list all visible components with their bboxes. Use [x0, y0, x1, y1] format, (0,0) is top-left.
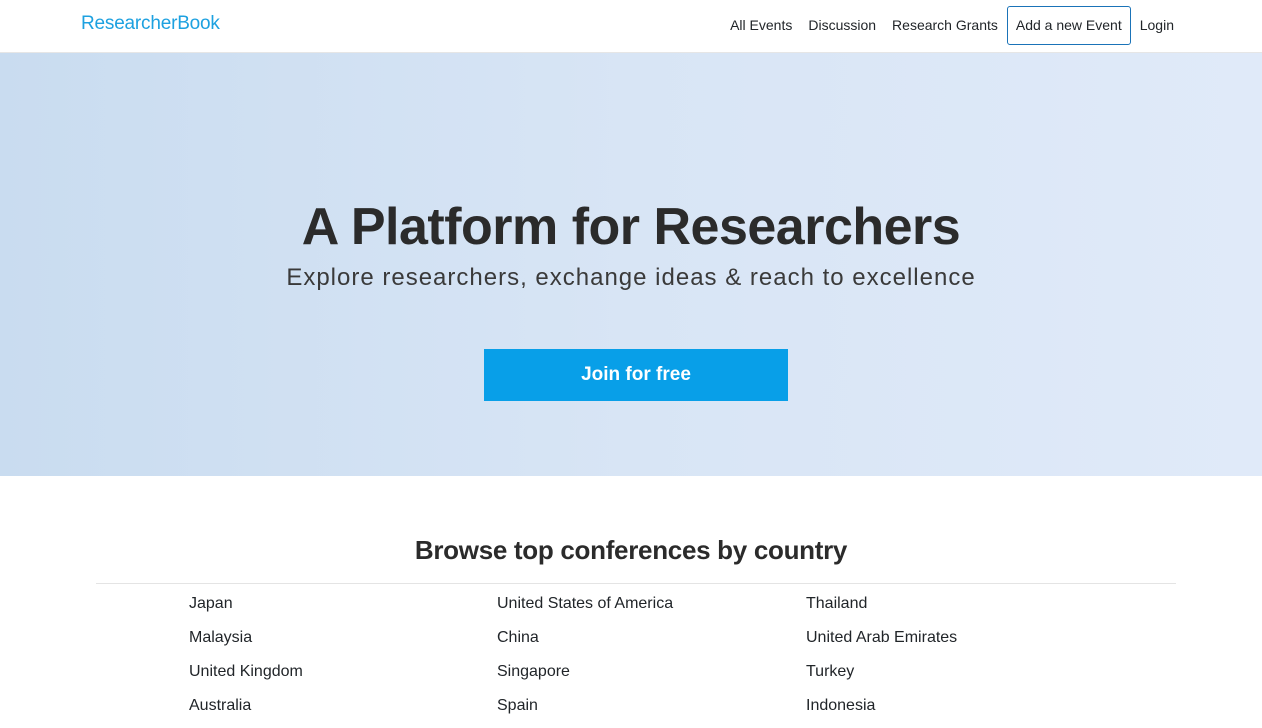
country-link[interactable]: United Kingdom: [189, 660, 497, 694]
country-link[interactable]: Turkey: [806, 660, 1119, 694]
section-divider: [96, 583, 1176, 584]
country-list: Japan United States of America Thailand …: [189, 592, 1119, 728]
country-link[interactable]: China: [497, 626, 806, 660]
nav-all-events[interactable]: All Events: [722, 6, 800, 45]
join-for-free-button[interactable]: Join for free: [484, 349, 788, 401]
hero-title: A Platform for Researchers: [301, 198, 961, 256]
country-link[interactable]: Thailand: [806, 592, 1119, 626]
navbar: ResearcherBook All Events Discussion Res…: [0, 0, 1262, 53]
hero-subtitle: Explore researchers, exchange ideas & re…: [286, 264, 976, 291]
country-link[interactable]: United Arab Emirates: [806, 626, 1119, 660]
main-nav: All Events Discussion Research Grants Ad…: [722, 6, 1182, 45]
country-link[interactable]: Japan: [189, 592, 497, 626]
countries-section-title: Browse top conferences by country: [414, 535, 848, 565]
add-event-button[interactable]: Add a new Event: [1006, 6, 1131, 45]
brand-logo-link[interactable]: ResearcherBook: [81, 13, 220, 35]
hero-section: A Platform for Researchers Explore resea…: [0, 53, 1262, 476]
country-link[interactable]: Malaysia: [189, 626, 497, 660]
country-link[interactable]: Singapore: [497, 660, 806, 694]
nav-discussion[interactable]: Discussion: [800, 6, 884, 45]
nav-research-grants[interactable]: Research Grants: [884, 6, 1006, 45]
country-link[interactable]: United States of America: [497, 592, 806, 626]
nav-login[interactable]: Login: [1132, 6, 1182, 45]
